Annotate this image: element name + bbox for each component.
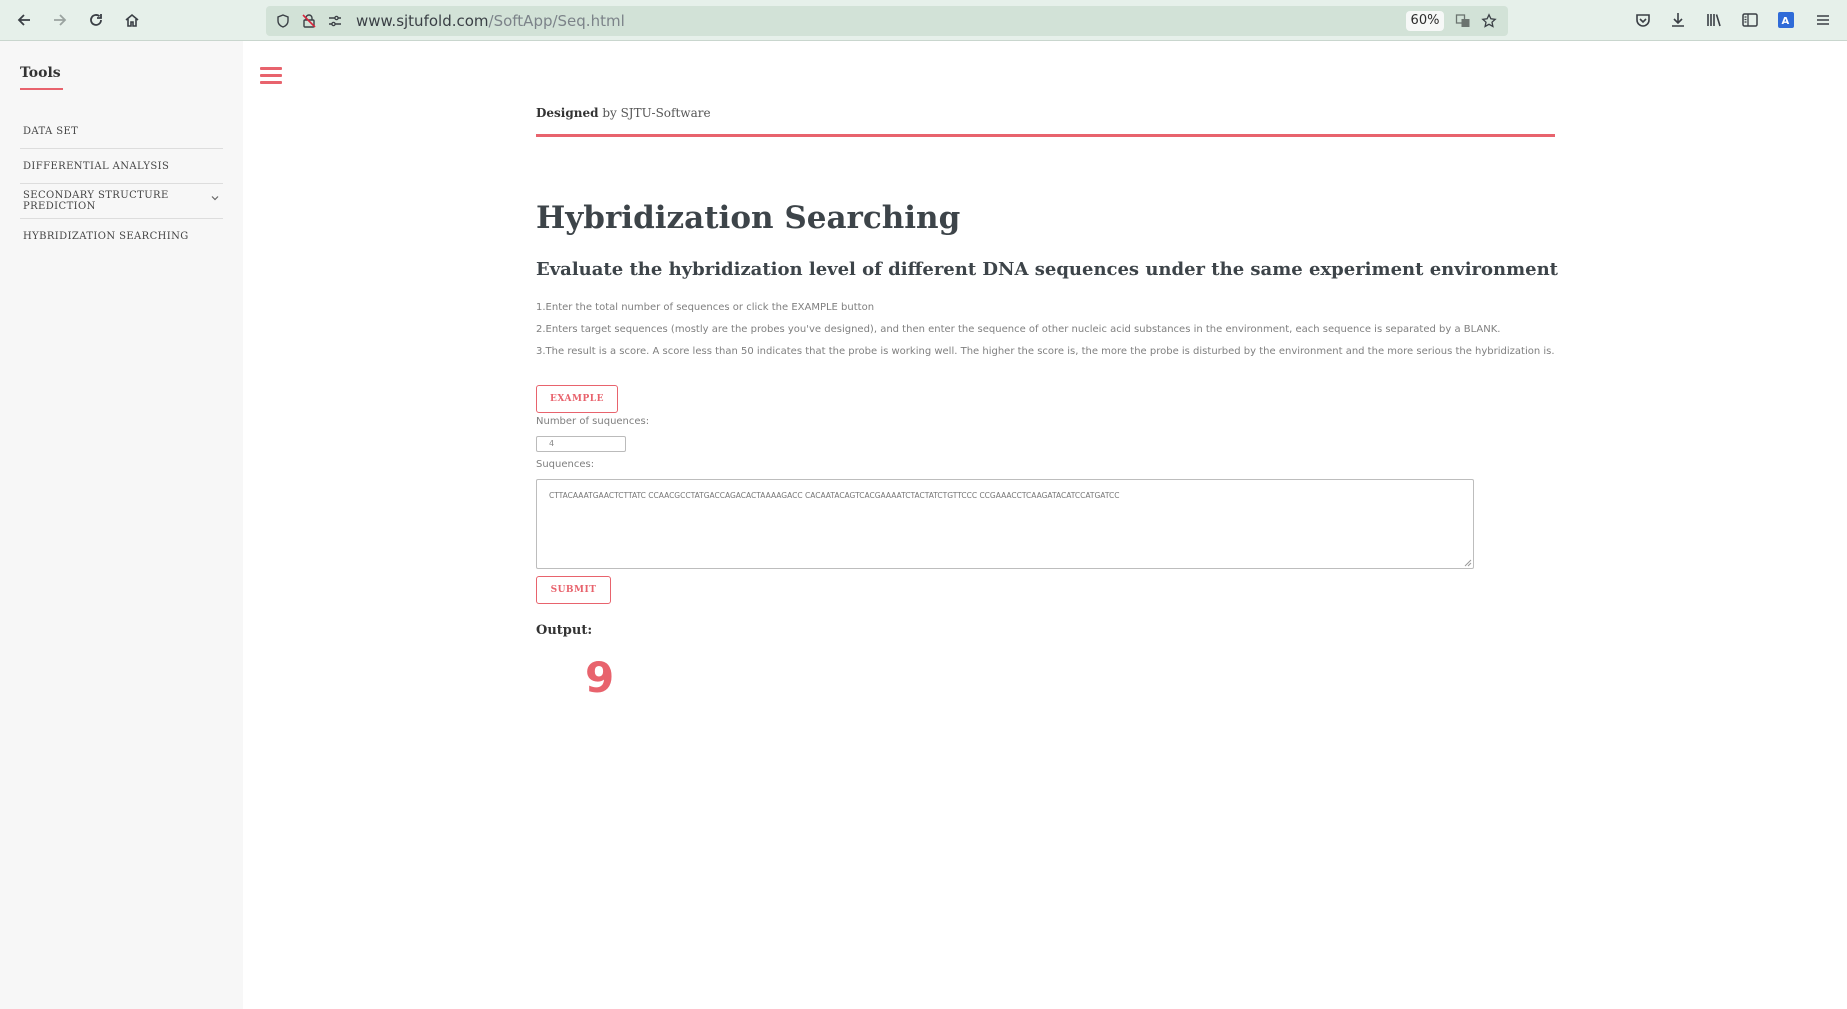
resize-grip-icon[interactable] xyxy=(1462,557,1472,567)
reload-icon[interactable] xyxy=(83,7,109,33)
sequences-value: CTTACAAATGAACTCTTATC CCAACGCCTATGACCAGAC… xyxy=(549,491,1120,500)
insecure-lock-icon[interactable] xyxy=(300,12,318,30)
browser-toolbar: www.sjtufold.com/SoftApp/Seq.html 60% A xyxy=(0,0,1847,41)
sidebar-item-label: DIFFERENTIAL ANALYSIS xyxy=(23,160,170,172)
back-arrow-icon[interactable] xyxy=(11,7,37,33)
sidebar-item-hybridization-searching[interactable]: HYBRIDIZATION SEARCHING xyxy=(20,219,223,254)
submit-button[interactable]: SUBMIT xyxy=(536,576,611,604)
num-sequences-input[interactable]: 4 xyxy=(536,436,626,452)
bookmark-star-icon[interactable] xyxy=(1480,12,1498,30)
instruction-3: 3.The result is a score. A score less th… xyxy=(536,346,1555,357)
chevron-down-icon[interactable] xyxy=(209,192,221,204)
sidebar-toggle-icon[interactable] xyxy=(1737,7,1763,33)
designed-bold: Designed xyxy=(536,106,599,120)
sidebar-item-differential-analysis[interactable]: DIFFERENTIAL ANALYSIS xyxy=(20,149,223,184)
header-divider xyxy=(536,134,1555,137)
sidebar-item-label: HYBRIDIZATION SEARCHING xyxy=(23,231,189,242)
address-bar[interactable]: www.sjtufold.com/SoftApp/Seq.html 60% xyxy=(266,6,1508,36)
menu-toggle-icon[interactable] xyxy=(260,67,282,87)
num-sequences-label: Number of suquences: xyxy=(536,416,650,427)
download-icon[interactable] xyxy=(1665,7,1691,33)
example-button[interactable]: EXAMPLE xyxy=(536,385,618,413)
pocket-icon[interactable] xyxy=(1630,7,1656,33)
sidebar-title-underline xyxy=(20,88,63,90)
sidebar-item-label: DATA SET xyxy=(23,125,79,137)
designed-by-text: by SJTU-Software xyxy=(598,106,711,120)
url-path: /SoftApp/Seq.html xyxy=(488,12,625,30)
designed-by-credit: Designed by SJTU-Software xyxy=(536,106,711,120)
home-icon[interactable] xyxy=(119,7,145,33)
permissions-icon[interactable] xyxy=(326,12,344,30)
instruction-1: 1.Enter the total number of sequences or… xyxy=(536,302,875,313)
zoom-level-badge[interactable]: 60% xyxy=(1406,11,1444,31)
svg-text:A: A xyxy=(1782,16,1790,27)
sidebar-title: Tools xyxy=(20,65,61,81)
hamburger-menu-icon[interactable] xyxy=(1810,7,1836,33)
library-icon[interactable] xyxy=(1701,7,1727,33)
sequences-label: Suquences: xyxy=(536,459,595,470)
sequences-textarea[interactable]: CTTACAAATGAACTCTTATC CCAACGCCTATGACCAGAC… xyxy=(536,479,1474,569)
forward-arrow-icon[interactable] xyxy=(47,7,73,33)
page-subtitle: Evaluate the hybridization level of diff… xyxy=(536,259,1559,280)
page-title: Hybridization Searching xyxy=(536,200,961,236)
tools-sidebar: Tools DATA SET DIFFERENTIAL ANALYSIS SEC… xyxy=(0,41,243,1009)
url-text[interactable]: www.sjtufold.com/SoftApp/Seq.html xyxy=(356,12,625,30)
output-score: 9 xyxy=(585,653,615,702)
sidebar-item-label: SECONDARY STRUCTURE PREDICTION xyxy=(23,190,169,212)
translate-extension-icon[interactable]: A xyxy=(1773,7,1799,33)
shield-icon[interactable] xyxy=(274,12,292,30)
url-host: www.sjtufold.com xyxy=(356,12,489,30)
sidebar-item-data-set[interactable]: DATA SET xyxy=(20,114,223,149)
instruction-2: 2.Enters target sequences (mostly are th… xyxy=(536,324,1501,335)
output-label: Output: xyxy=(536,623,593,638)
sidebar-item-secondary-structure-prediction[interactable]: SECONDARY STRUCTURE PREDICTION xyxy=(20,184,223,219)
translate-icon[interactable] xyxy=(1454,12,1472,30)
